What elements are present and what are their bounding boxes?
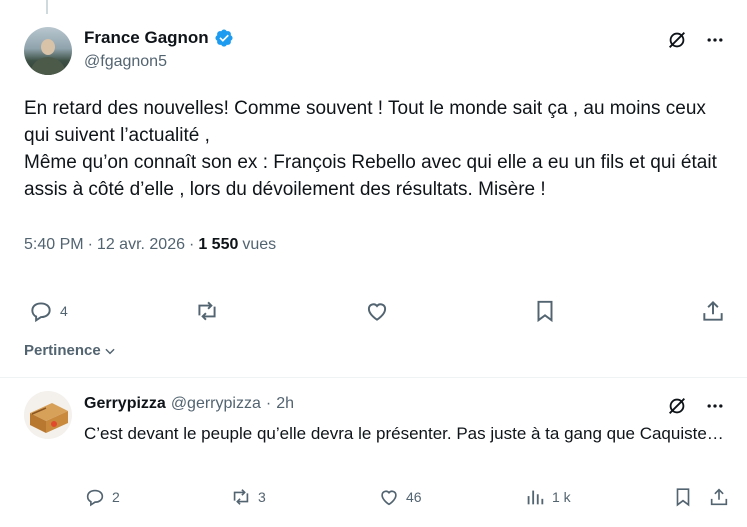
repost-icon bbox=[233, 489, 249, 505]
heart-icon bbox=[381, 490, 397, 506]
main-tweet: France Gagnon @fgagnon5 En retard des no… bbox=[0, 0, 747, 378]
sort-label: Pertinence bbox=[24, 342, 101, 359]
tweet-text-line: Même qu’on connaît son ex : François Reb… bbox=[24, 152, 717, 200]
author-row: France Gagnon bbox=[84, 28, 234, 48]
author-display-name[interactable]: France Gagnon bbox=[84, 28, 209, 48]
views-label: vues bbox=[242, 236, 277, 253]
grok-icon[interactable] bbox=[665, 28, 689, 52]
like-button[interactable] bbox=[364, 298, 396, 324]
reply-time[interactable]: 2h bbox=[276, 395, 294, 413]
reply-action-bar: 2 3 46 1 k bbox=[84, 486, 734, 510]
reply-handle[interactable]: @gerrypizza bbox=[171, 395, 261, 413]
tweet-date[interactable]: 12 avr. 2026 bbox=[97, 236, 185, 254]
share-icon bbox=[703, 300, 723, 321]
more-options-icon[interactable] bbox=[703, 394, 727, 418]
share-button[interactable] bbox=[700, 298, 726, 324]
views-count: 1 k bbox=[552, 489, 571, 505]
meta-separator: · bbox=[265, 395, 272, 412]
analytics-icon bbox=[527, 490, 544, 505]
tweet-text: En retard des nouvelles! Comme souvent !… bbox=[24, 95, 729, 203]
tweet-meta: 5:40 PM · 12 avr. 2026 · 1 550 vues bbox=[24, 236, 276, 254]
like-count: 46 bbox=[406, 489, 422, 505]
reply-tweet[interactable]: Gerrypizza @gerrypizza · 2h C’est devant… bbox=[0, 378, 747, 527]
reply-count: 4 bbox=[60, 303, 68, 319]
bookmark-icon bbox=[537, 300, 553, 323]
chevron-down-icon bbox=[105, 348, 115, 354]
reply-button[interactable]: 2 bbox=[84, 486, 120, 508]
meta-separator: · bbox=[189, 236, 195, 253]
reply-button[interactable]: 4 bbox=[28, 298, 68, 324]
repost-button[interactable] bbox=[194, 298, 226, 324]
reply-avatar[interactable] bbox=[24, 391, 72, 439]
repost-count: 3 bbox=[258, 489, 266, 505]
heart-icon bbox=[367, 303, 387, 321]
bookmark-icon bbox=[676, 488, 690, 507]
more-options-icon[interactable] bbox=[703, 28, 727, 52]
reply-top-actions bbox=[665, 394, 727, 418]
verified-badge-icon bbox=[215, 29, 233, 47]
sort-dropdown[interactable]: Pertinence bbox=[24, 342, 117, 359]
views-button[interactable]: 1 k bbox=[524, 486, 571, 508]
tweet-text-line: En retard des nouvelles! Comme souvent !… bbox=[24, 98, 706, 146]
like-button[interactable]: 46 bbox=[378, 486, 422, 508]
tweet-action-bar: 4 bbox=[28, 298, 728, 326]
reply-icon bbox=[86, 489, 104, 507]
author-handle[interactable]: @fgagnon5 bbox=[84, 53, 167, 71]
repost-icon bbox=[198, 301, 216, 321]
meta-separator: · bbox=[87, 236, 93, 253]
share-button[interactable] bbox=[708, 486, 730, 508]
tweet-top-actions bbox=[665, 28, 727, 52]
avatar[interactable] bbox=[24, 27, 72, 75]
reply-icon bbox=[31, 302, 51, 323]
tweet-time[interactable]: 5:40 PM bbox=[24, 236, 84, 254]
repost-button[interactable]: 3 bbox=[230, 486, 266, 508]
reply-count: 2 bbox=[112, 489, 120, 505]
bookmark-button[interactable] bbox=[532, 298, 558, 324]
grok-icon[interactable] bbox=[665, 394, 689, 418]
reply-text: C’est devant le peuple qu’elle devra le … bbox=[84, 424, 724, 443]
share-icon bbox=[710, 488, 728, 506]
reply-author-row: Gerrypizza @gerrypizza · 2h bbox=[84, 395, 294, 413]
reply-display-name[interactable]: Gerrypizza bbox=[84, 395, 166, 413]
bookmark-button[interactable] bbox=[672, 486, 694, 508]
views-count: 1 550 bbox=[198, 236, 239, 253]
